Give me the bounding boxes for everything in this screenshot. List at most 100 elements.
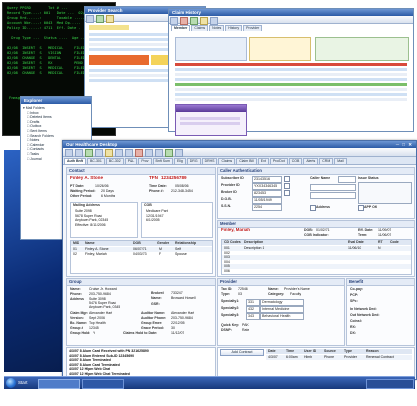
- broker-checkbox[interactable]: [284, 190, 290, 196]
- table-row[interactable]: 02 Finley, Mariah 04/03/73 F Spouse: [71, 252, 212, 257]
- notes-icon[interactable]: [145, 149, 153, 157]
- issue-status-list[interactable]: [358, 182, 412, 204]
- window-controls[interactable]: ─ □ ✕: [396, 141, 413, 148]
- dob-field[interactable]: 11/05/1949: [252, 197, 282, 204]
- specialty1[interactable]: Dermatology: [260, 299, 304, 306]
- main-tab[interactable]: Claim Bill: [236, 158, 257, 164]
- tab-notes[interactable]: Notes: [209, 25, 225, 31]
- specialty3-code[interactable]: 343: [246, 313, 260, 320]
- main-tab[interactable]: Mail: [334, 158, 347, 164]
- table-header: RT: [378, 240, 383, 244]
- print-icon[interactable]: [115, 149, 123, 157]
- taskbar-task[interactable]: [82, 379, 124, 389]
- member-eff-label: Eff. Date:: [358, 228, 374, 232]
- auditor-phone-label: Auditor Phone:: [141, 316, 167, 320]
- main-window[interactable]: Our Healthcare Desktop ─ □ ✕ Auth Bnft BC…: [62, 140, 417, 380]
- dsnp-label: DSNP:: [221, 328, 232, 332]
- provider-id-field[interactable]: YXX34346345: [252, 183, 282, 190]
- alert-icon[interactable]: [135, 149, 143, 157]
- tab-claims[interactable]: Claims: [191, 25, 209, 31]
- table-row[interactable]: 01 Finley A. Stone 06/07/71 M Self: [71, 247, 212, 252]
- provider-checkbox[interactable]: [284, 183, 290, 189]
- toolbar-icon[interactable]: [96, 15, 104, 23]
- toolbar-icon[interactable]: [200, 17, 208, 25]
- ssn-field[interactable]: 2254: [252, 204, 282, 211]
- caller-dropdown[interactable]: [310, 192, 356, 199]
- taskbar-task[interactable]: [38, 379, 80, 389]
- tab-provider[interactable]: Provider: [243, 25, 263, 31]
- main-tab[interactable]: Elig: [173, 158, 186, 164]
- member-eff: 11/09/07: [378, 228, 392, 232]
- main-tab[interactable]: BC-301: [86, 158, 105, 164]
- toolbar-icon[interactable]: [180, 17, 188, 25]
- caller-name-field[interactable]: [338, 176, 356, 183]
- search-icon[interactable]: [105, 149, 113, 157]
- phone-icon[interactable]: [165, 149, 173, 157]
- table-cell: Finley, Mariah: [85, 252, 107, 256]
- group-emer: 22/12/05: [171, 321, 185, 325]
- toolbar-icon[interactable]: [210, 17, 218, 25]
- back-icon[interactable]: [65, 149, 73, 157]
- home-icon[interactable]: [95, 149, 103, 157]
- broker-id-field[interactable]: 823453: [252, 190, 282, 197]
- specialty2[interactable]: Internal Medicine: [260, 306, 304, 313]
- dialog-window[interactable]: [175, 104, 247, 136]
- main-tab[interactable]: Bnft Sum: [152, 158, 173, 164]
- main-tab[interactable]: Alerts: [303, 158, 319, 164]
- subscriber-checkbox[interactable]: [284, 176, 290, 182]
- start-button[interactable]: [6, 378, 16, 388]
- mail-icon[interactable]: [125, 149, 133, 157]
- auditor-phone: 203-750-9684: [171, 316, 193, 320]
- main-tab[interactable]: Ext: [257, 158, 269, 164]
- main-tab[interactable]: Pro/Dot: [269, 158, 288, 164]
- toolbar-icon[interactable]: [170, 17, 178, 25]
- main-tab[interactable]: P&L: [124, 158, 138, 164]
- toolbar-icon[interactable]: [106, 15, 114, 23]
- info-box: [315, 37, 409, 61]
- provider-type: 03: [238, 292, 242, 296]
- tab-history[interactable]: History: [225, 25, 243, 31]
- table-header: Name: [85, 241, 95, 245]
- group-address-label: Address: [70, 297, 85, 301]
- main-tab[interactable]: CRM: [319, 158, 334, 164]
- main-tab[interactable]: Auth Bnft: [64, 158, 86, 164]
- table-header: Eval Date: [348, 240, 364, 244]
- member-term-label: Term:: [358, 233, 368, 237]
- add-contract-button[interactable]: Add Contract: [220, 349, 264, 356]
- specialty3[interactable]: Behavioral Health: [260, 313, 304, 320]
- tab-member[interactable]: Member: [171, 25, 191, 31]
- main-tab[interactable]: Prov: [138, 158, 152, 164]
- phone-label: Phone #:: [149, 189, 164, 193]
- grid-row[interactable]: 4/3/07 6:00am Hlmb Phone Provider Renewa…: [266, 355, 412, 360]
- out-network-label: Out Network Ded:: [350, 313, 380, 317]
- main-tab[interactable]: Claims: [218, 158, 236, 164]
- main-tab[interactable]: BC-302: [105, 158, 124, 164]
- toolbar-icon[interactable]: [190, 17, 198, 25]
- refresh-icon[interactable]: [85, 149, 93, 157]
- main-tab[interactable]: DRG: [186, 158, 201, 164]
- provider-category-label: Category:: [268, 292, 285, 296]
- pcp-label: PCP:: [350, 293, 359, 297]
- specialty2-code[interactable]: 432: [246, 306, 260, 313]
- version: Sept 2006: [89, 316, 105, 320]
- calendar-icon[interactable]: [155, 149, 163, 157]
- mailing-label: Mailing Address: [73, 203, 100, 207]
- pt-date: 10/26/06: [95, 184, 109, 188]
- main-tab[interactable]: DRHS: [201, 158, 218, 164]
- forward-icon[interactable]: [75, 149, 83, 157]
- table-cell: 06/07/71: [133, 247, 147, 251]
- help-icon[interactable]: [175, 149, 183, 157]
- grid-header-row: Date Time User ID Source Type Reason: [266, 349, 412, 354]
- caller-dropdown[interactable]: [310, 184, 356, 191]
- toolbar-icon[interactable]: [86, 15, 94, 23]
- table-cell: 02: [73, 252, 77, 256]
- member-name: Finley, Mariah: [221, 228, 250, 232]
- main-tab[interactable]: COB: [288, 158, 303, 164]
- table-row[interactable]: 006: [222, 269, 411, 274]
- highlight-band: [89, 25, 129, 30]
- copay-label: Co-pay:: [350, 287, 364, 291]
- grid-cell: Provider: [344, 355, 358, 359]
- system-tray[interactable]: [366, 379, 414, 389]
- specialty1-code[interactable]: 331: [246, 299, 260, 306]
- subscriber-field[interactable]: 23143516: [252, 176, 282, 183]
